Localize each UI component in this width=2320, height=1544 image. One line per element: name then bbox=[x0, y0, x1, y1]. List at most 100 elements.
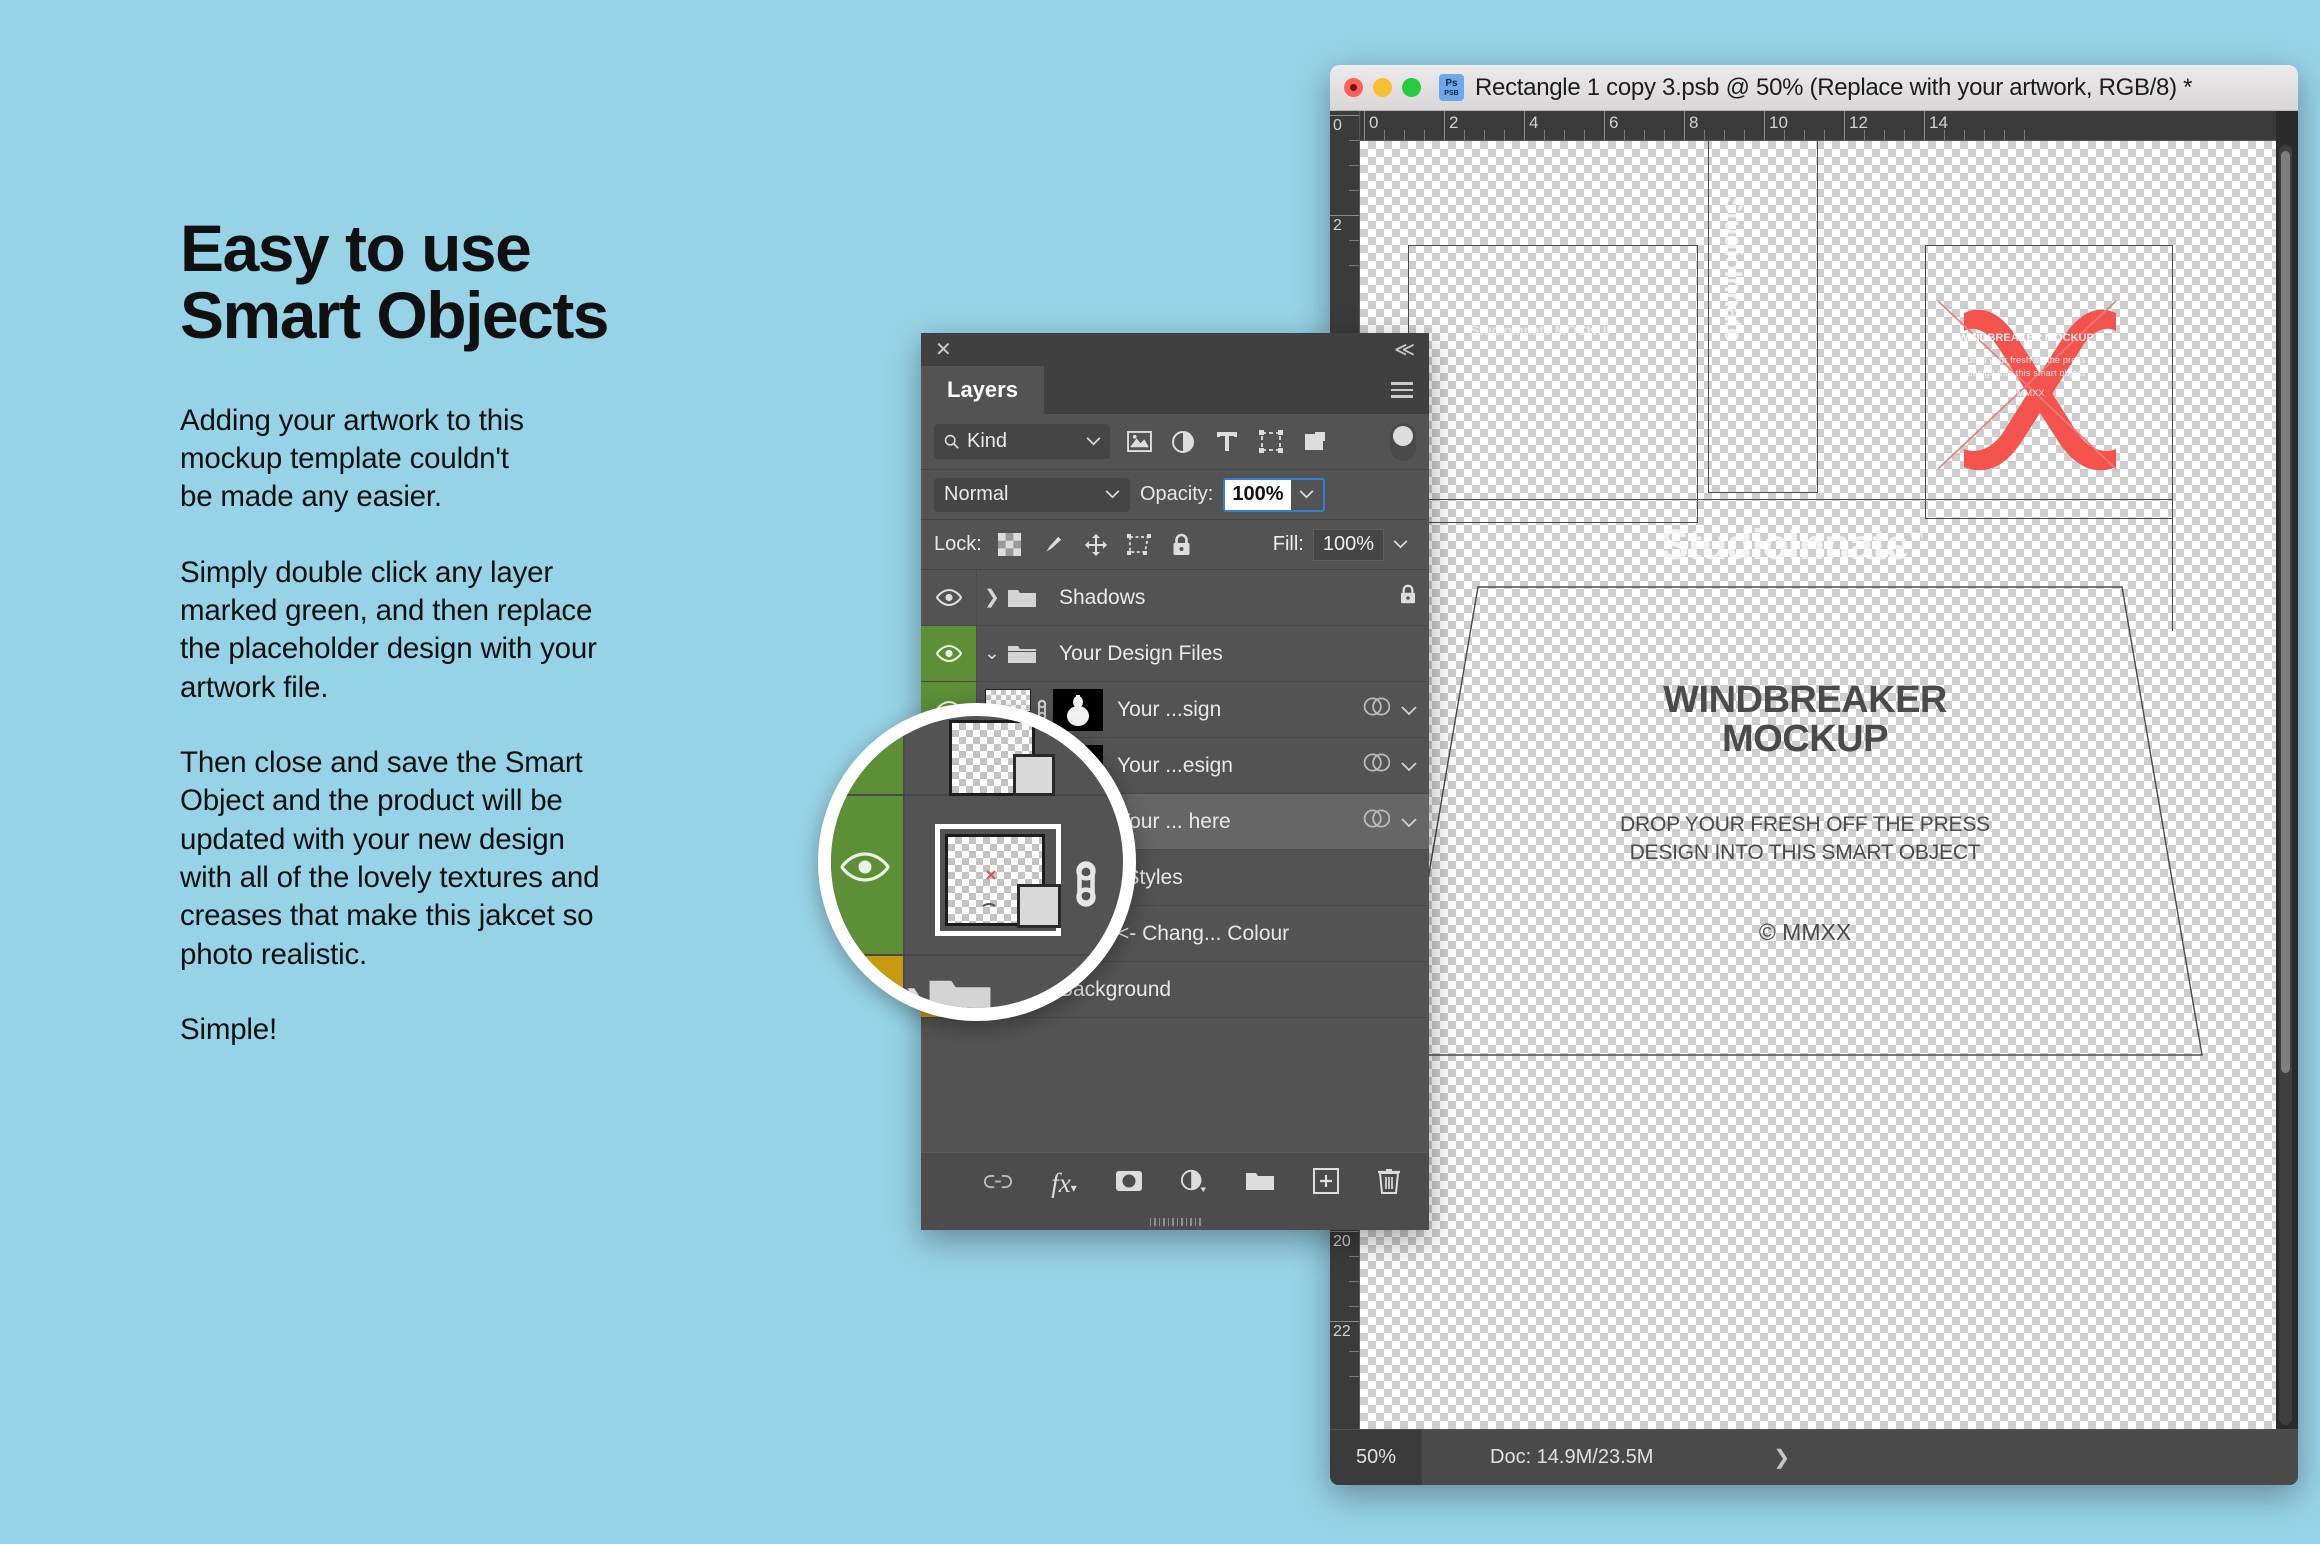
adjustment-layer-filter-icon[interactable] bbox=[1168, 427, 1198, 457]
window-titlebar: Ps PSB Rectangle 1 copy 3.psb @ 50% (Rep… bbox=[1330, 65, 2298, 111]
opacity-control[interactable]: 100% bbox=[1223, 477, 1325, 512]
layer-expand-chevron-down-icon[interactable] bbox=[1401, 698, 1417, 722]
panel-footer-toolbar: fx▾ bbox=[921, 1152, 1429, 1214]
watermark-label: StudioInnate bbox=[1660, 521, 1909, 569]
fill-chevron-down-icon[interactable] bbox=[1384, 529, 1416, 561]
promo-paragraph-3: Then close and save the Smart Object and… bbox=[180, 746, 600, 971]
blend-mode-value: Normal bbox=[944, 483, 1009, 505]
table-row[interactable]: ❯ Shadows bbox=[921, 570, 1429, 626]
layer-name: Your ...sign bbox=[1117, 697, 1222, 721]
layer-effects-icon[interactable] bbox=[1363, 808, 1391, 835]
panel-menu-icon[interactable] bbox=[1391, 378, 1413, 402]
layer-visibility-toggle[interactable] bbox=[921, 626, 977, 681]
layer-expand-chevron-down-icon[interactable] bbox=[1401, 754, 1417, 778]
minimize-button[interactable] bbox=[1373, 78, 1392, 97]
promo-body: Adding your artwork to this mockup templ… bbox=[180, 402, 800, 1050]
artwork-overlay-copyright: © MMXX bbox=[2007, 388, 2045, 399]
new-group-icon[interactable] bbox=[1245, 1169, 1275, 1198]
layer-name: Shadows bbox=[1059, 585, 1146, 609]
document-canvas[interactable]: StudioInnate MOCKUP StudioInnate WINDBRE… bbox=[1360, 141, 2276, 1429]
app-icon-top-label: Ps bbox=[1445, 77, 1458, 89]
lock-image-pixels-icon[interactable] bbox=[1038, 530, 1068, 560]
delete-layer-icon[interactable] bbox=[1377, 1167, 1401, 1200]
lock-transparent-pixels-icon[interactable] bbox=[995, 530, 1025, 560]
watermark-trademark: ™ bbox=[1908, 530, 1924, 548]
lock-position-icon[interactable] bbox=[1081, 530, 1111, 560]
magnified-eye-icon bbox=[839, 852, 891, 887]
panel-close-bar: ✕ ≪ bbox=[921, 333, 1429, 366]
magnifier-loupe: ❯ bbox=[818, 703, 1136, 1021]
app-icon-bottom-label: PSB bbox=[1444, 89, 1459, 97]
artwork-overlay-heading: WINDBREAKER MOCKUP bbox=[1958, 332, 2094, 344]
status-bar: 50% Doc: 14.9M/23.5M ❯ bbox=[1330, 1429, 2298, 1485]
group-collapse-chevron-down-icon[interactable]: ⌄ bbox=[977, 642, 1007, 665]
jacket-title: WINDBREAKER MOCKUP bbox=[1663, 679, 1947, 761]
table-row[interactable]: ⌄ Your Design Files bbox=[921, 626, 1429, 682]
add-layer-mask-icon[interactable] bbox=[1115, 1170, 1143, 1198]
new-adjustment-layer-icon[interactable] bbox=[1180, 1169, 1207, 1199]
opacity-input[interactable]: 100% bbox=[1225, 479, 1291, 510]
chevron-down-icon bbox=[1086, 437, 1101, 446]
ruler-label-h-14: 14 bbox=[1929, 113, 1948, 132]
jacket-placeholder-text: WINDBREAKER MOCKUP DROP YOUR FRESH OFF T… bbox=[1510, 679, 2100, 946]
magnified-smart-object-badge-selected bbox=[1017, 884, 1061, 928]
opacity-label: Opacity: bbox=[1140, 483, 1214, 505]
horizontal-ruler: 0 2 4 6 8 10 12 14 bbox=[1360, 111, 2276, 141]
blend-mode-dropdown[interactable]: Normal bbox=[934, 477, 1130, 512]
magnified-visibility-green bbox=[831, 716, 903, 954]
panel-resize-grip[interactable] bbox=[921, 1214, 1429, 1230]
magnified-visibility-gold bbox=[831, 954, 903, 1008]
watermark-vertical: StudioInnate bbox=[1719, 196, 1747, 342]
fill-control[interactable]: Fill: 100% bbox=[1264, 528, 1416, 561]
panel-collapse-icon[interactable]: ≪ bbox=[1394, 337, 1415, 362]
lock-artboard-nesting-icon[interactable] bbox=[1124, 530, 1154, 560]
tab-layers[interactable]: Layers bbox=[921, 366, 1044, 414]
jacket-copyright: © MMXX bbox=[1758, 919, 1852, 946]
tab-layers-label: Layers bbox=[947, 377, 1018, 402]
layer-name: Your Design Files bbox=[1059, 641, 1223, 665]
type-layer-filter-icon[interactable] bbox=[1212, 427, 1242, 457]
artwork-overlay-line1: Drop your fresh off the press bbox=[1966, 354, 2086, 365]
eye-icon bbox=[935, 589, 962, 606]
panel-close-icon[interactable]: ✕ bbox=[935, 337, 952, 362]
magnified-folder-icon bbox=[927, 972, 993, 1008]
pixel-layer-filter-icon[interactable] bbox=[1124, 427, 1154, 457]
status-doc-size: Doc: 14.9M/23.5M bbox=[1490, 1446, 1654, 1468]
status-chevron-icon[interactable]: ❯ bbox=[1773, 1445, 1790, 1470]
layer-styles-fx-icon[interactable]: fx▾ bbox=[1051, 1168, 1077, 1199]
new-layer-icon[interactable] bbox=[1312, 1167, 1339, 1200]
layer-effects-icon[interactable] bbox=[1363, 696, 1391, 723]
filter-toggle[interactable] bbox=[1390, 422, 1416, 461]
fill-input[interactable]: 100% bbox=[1312, 528, 1384, 561]
chevron-down-icon bbox=[1105, 490, 1120, 499]
layer-name: Background bbox=[1059, 977, 1172, 1001]
link-layers-icon[interactable] bbox=[983, 1172, 1013, 1196]
layer-mask-thumbnail[interactable] bbox=[1053, 688, 1103, 731]
layer-expand-chevron-down-icon[interactable] bbox=[1401, 810, 1417, 834]
search-icon bbox=[944, 434, 959, 449]
opacity-chevron-down-icon[interactable] bbox=[1290, 479, 1323, 510]
photoshop-app-icon: Ps PSB bbox=[1439, 74, 1464, 101]
group-expand-chevron-right-icon[interactable]: ❯ bbox=[977, 586, 1007, 609]
filter-kind-label: Kind bbox=[967, 430, 1008, 452]
window-title: Rectangle 1 copy 3.psb @ 50% (Replace wi… bbox=[1475, 73, 2193, 101]
filter-kind-dropdown[interactable]: Kind bbox=[934, 424, 1110, 459]
close-button[interactable] bbox=[1344, 78, 1363, 97]
maximize-button[interactable] bbox=[1402, 78, 1421, 97]
layer-name: Your ... here bbox=[1117, 809, 1231, 833]
eye-icon bbox=[935, 645, 962, 662]
page-title: Easy to use Smart Objects bbox=[180, 211, 610, 353]
status-zoom-level[interactable]: 50% bbox=[1330, 1446, 1422, 1469]
layer-filter-row: Kind bbox=[921, 414, 1429, 470]
ruler-label-v-22: 22 bbox=[1333, 1323, 1351, 1340]
smart-object-filter-icon[interactable] bbox=[1300, 427, 1330, 457]
promo-column: Easy to use Smart Objects Adding your ar… bbox=[180, 211, 800, 1086]
layer-visibility-toggle[interactable] bbox=[921, 570, 977, 625]
canvas-vertical-scrollbar[interactable] bbox=[2279, 145, 2292, 1425]
ruler-label-h-10: 10 bbox=[1769, 113, 1788, 132]
shape-layer-filter-icon[interactable] bbox=[1256, 427, 1286, 457]
layer-effects-icon[interactable] bbox=[1363, 752, 1391, 779]
lock-all-icon[interactable] bbox=[1167, 530, 1197, 560]
ruler-label-h-12: 12 bbox=[1849, 113, 1868, 132]
canvas-shape-sleeve-left bbox=[1408, 245, 1698, 523]
